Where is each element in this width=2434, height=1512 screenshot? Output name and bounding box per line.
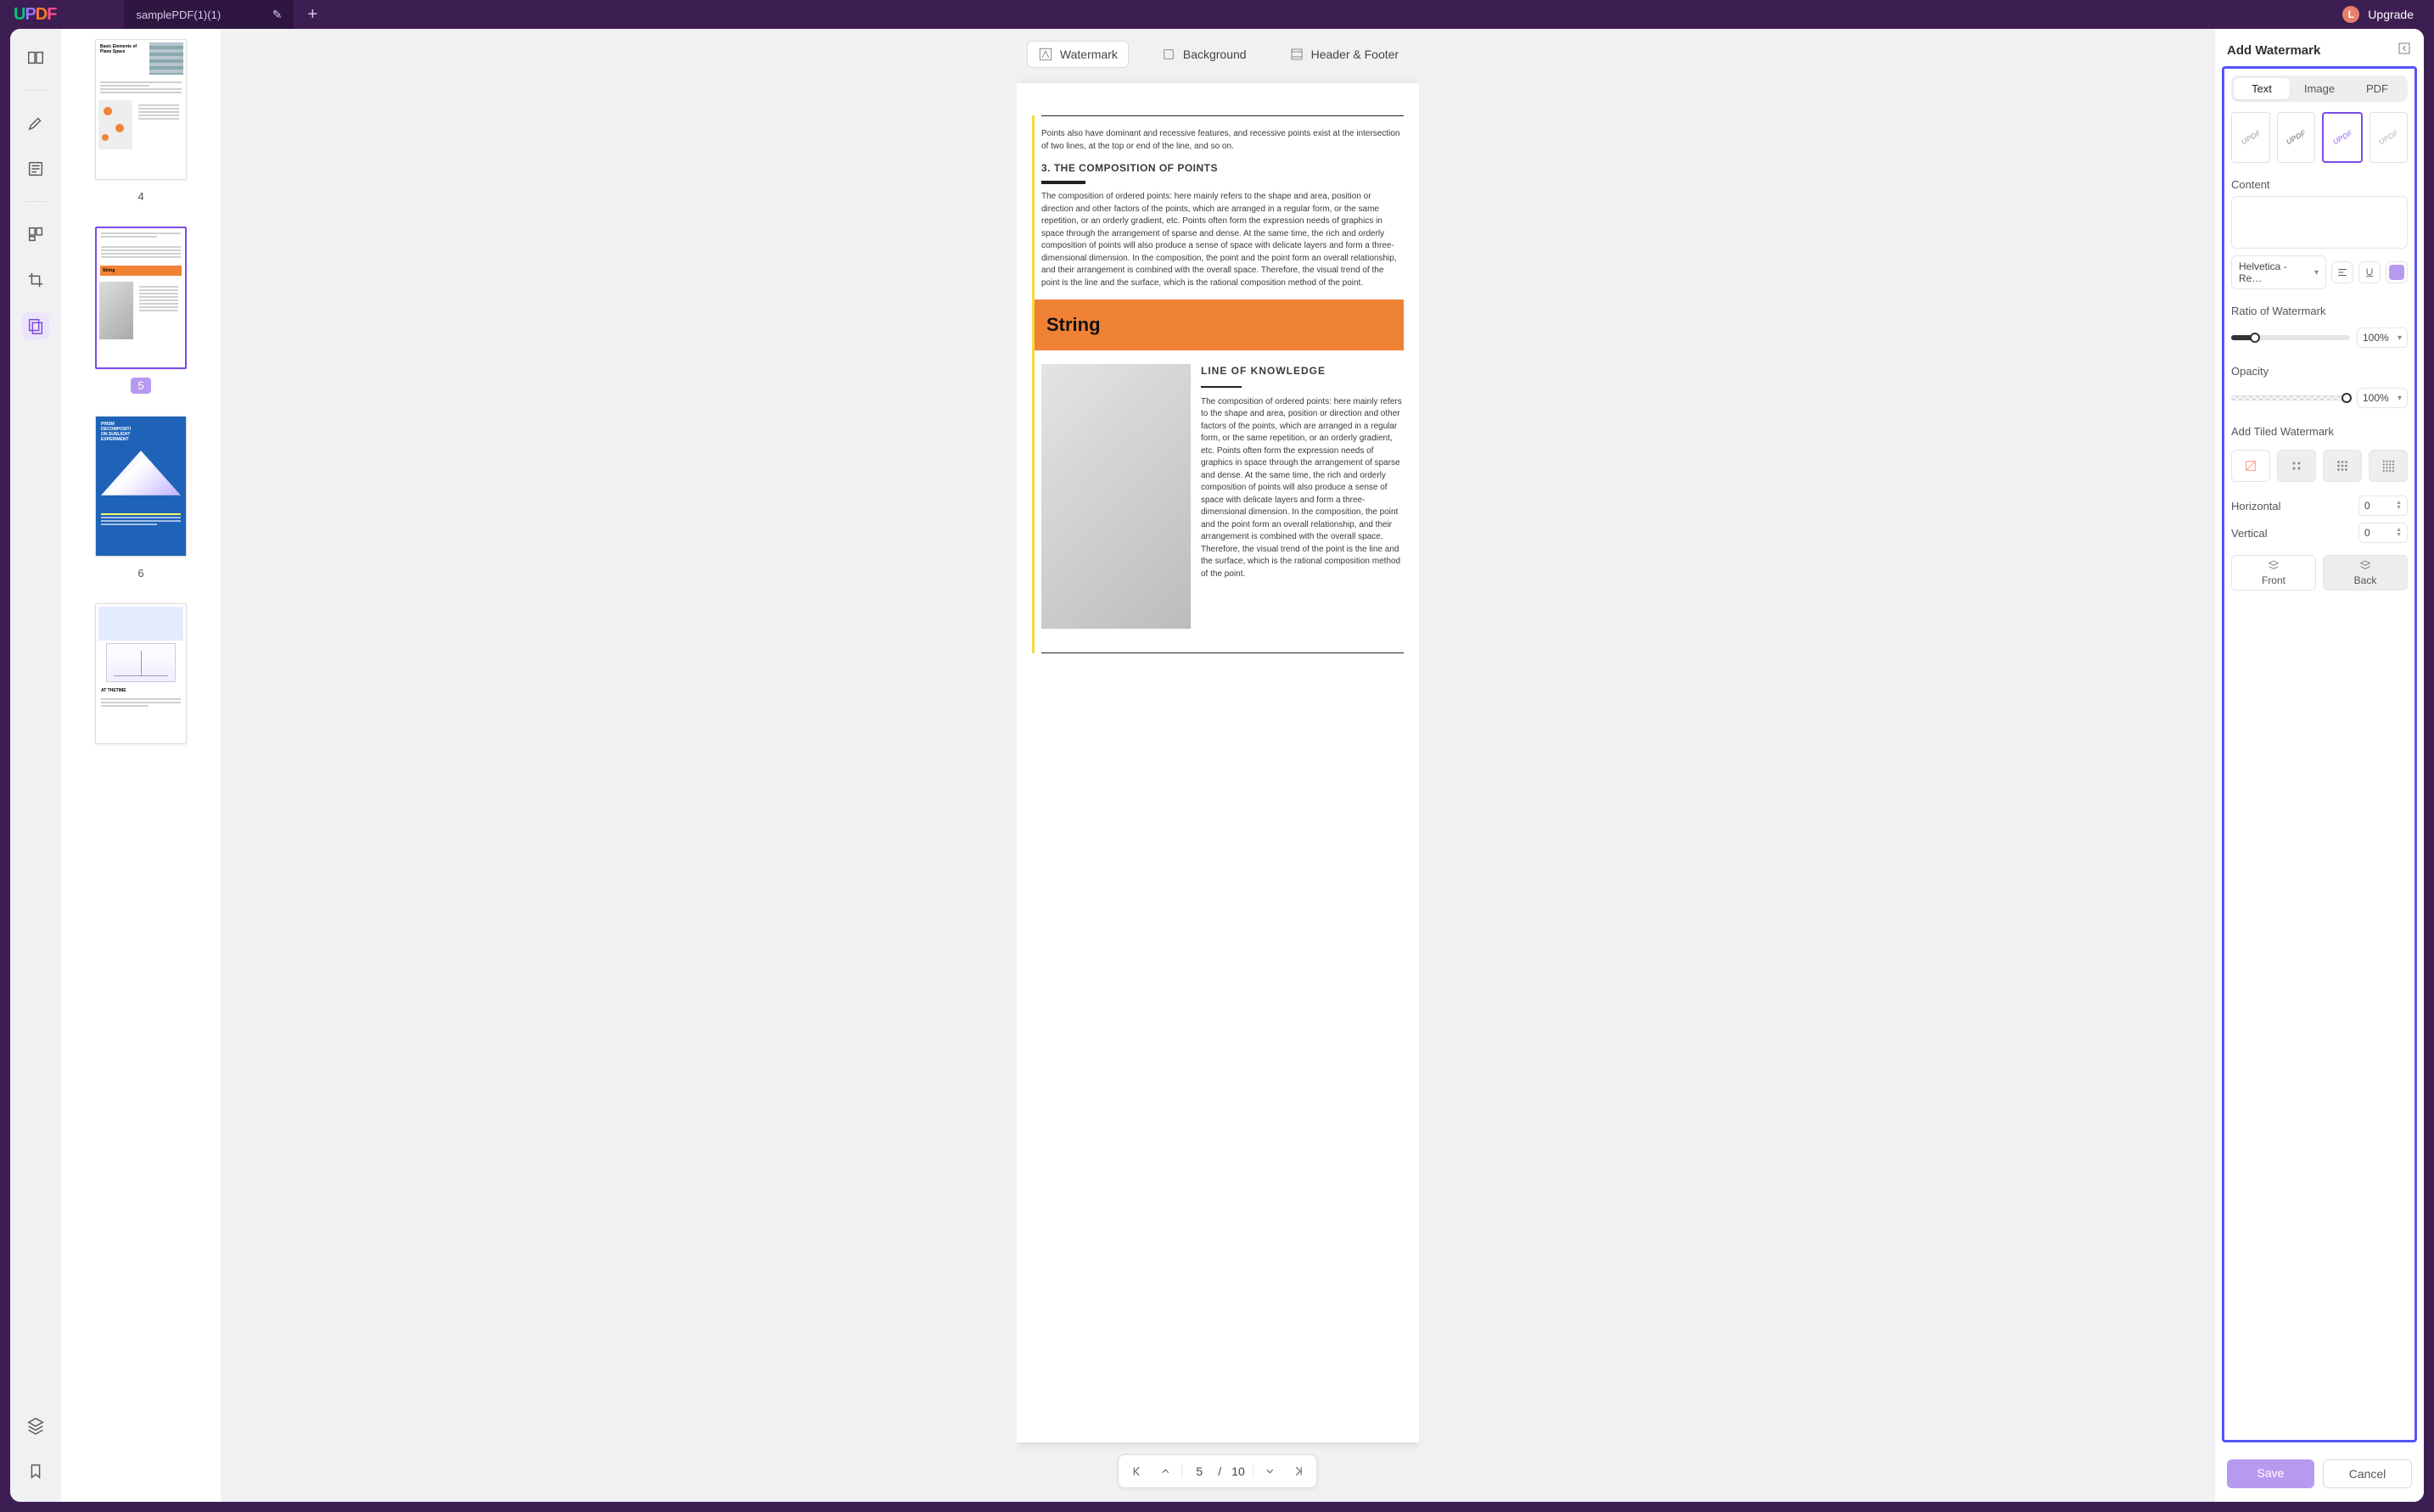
thumbnails-panel[interactable]: Basic Elements ofPlane Space 4 String 5 …	[61, 29, 221, 1502]
string-banner: String	[1035, 300, 1404, 350]
ratio-label: Ratio of Watermark	[2231, 305, 2408, 317]
watermark-type-segmented: Text Image PDF	[2231, 76, 2408, 102]
text-color-button[interactable]	[2386, 261, 2408, 283]
reader-mode-icon[interactable]	[22, 44, 49, 71]
header-footer-button[interactable]: Header & Footer	[1279, 42, 1410, 67]
section-heading: 3. THE COMPOSITION OF POINTS	[1041, 161, 1404, 176]
prev-page-button[interactable]	[1153, 1459, 1178, 1484]
tab-title: samplePDF(1)(1)	[136, 8, 221, 21]
upgrade-button[interactable]: Upgrade	[2368, 8, 2414, 21]
app-logo: UPDF	[14, 5, 56, 25]
page-navigator: / 10	[1118, 1454, 1317, 1488]
tile-3x3[interactable]	[2323, 450, 2362, 482]
watermark-preset[interactable]: UPDF	[2231, 112, 2270, 163]
thumb-number: 4	[131, 188, 150, 204]
thumb-number: 5	[131, 378, 150, 394]
content-label: Content	[2231, 178, 2408, 191]
tile-none[interactable]	[2231, 450, 2270, 482]
page-canvas: Points also have dominant and recessive …	[1017, 83, 1419, 1442]
horizontal-input[interactable]: 0▲▼	[2358, 496, 2408, 516]
pencil-icon[interactable]: ✎	[272, 8, 283, 22]
vertical-label: Vertical	[2231, 527, 2268, 540]
crop-icon[interactable]	[22, 266, 49, 294]
ratio-slider[interactable]	[2231, 335, 2350, 340]
page-tools-icon[interactable]	[22, 312, 49, 339]
new-tab-button[interactable]: +	[307, 5, 317, 25]
first-page-button[interactable]	[1124, 1459, 1149, 1484]
opacity-label: Opacity	[2231, 365, 2408, 378]
page-number-input[interactable]	[1187, 1464, 1211, 1478]
watermark-preset[interactable]: UPDF	[2277, 112, 2316, 163]
next-page-button[interactable]	[1258, 1459, 1283, 1484]
page-total: 10	[1228, 1464, 1248, 1478]
page-viewport[interactable]: Points also have dominant and recessive …	[1017, 75, 1419, 1502]
subheading: LINE OF KNOWLEDGE	[1201, 364, 1404, 378]
cancel-button[interactable]: Cancel	[2323, 1459, 2412, 1488]
avatar[interactable]: L	[2342, 6, 2359, 23]
left-rail	[10, 29, 61, 1502]
tab-pdf[interactable]: PDF	[2349, 78, 2405, 99]
image-placeholder	[1041, 364, 1191, 629]
color-swatch	[2389, 265, 2404, 280]
document-tab[interactable]: samplePDF(1)(1) ✎	[124, 0, 294, 29]
right-panel: Add Watermark Text Image PDF UPDF UPDF U…	[2215, 29, 2424, 1502]
tab-image[interactable]: Image	[2291, 78, 2347, 99]
bookmark-icon[interactable]	[22, 1458, 49, 1485]
highlighter-icon[interactable]	[22, 109, 49, 137]
tile-2x2[interactable]	[2277, 450, 2316, 482]
align-button[interactable]	[2331, 261, 2353, 283]
thumb-item[interactable]: Basic Elements ofPlane Space 4	[71, 39, 210, 204]
page-text: The composition of ordered points: here …	[1041, 191, 1404, 289]
thumb-item[interactable]: PRISMDECOMPOSITION SUNLIGHTEXPERIMENT 6	[71, 416, 210, 581]
organize-icon[interactable]	[22, 221, 49, 248]
last-page-button[interactable]	[1287, 1459, 1312, 1484]
page-text: Points also have dominant and recessive …	[1041, 128, 1404, 153]
center-area: Watermark Background Header & Footer Poi…	[221, 29, 2215, 1502]
collapse-panel-icon[interactable]	[2397, 41, 2412, 59]
watermark-content-input[interactable]	[2231, 196, 2408, 249]
edit-text-icon[interactable]	[22, 155, 49, 182]
front-button[interactable]: Front	[2231, 555, 2316, 591]
tile-label: Add Tiled Watermark	[2231, 425, 2408, 438]
thumb-number: 6	[131, 565, 150, 581]
watermark-preset[interactable]: UPDF	[2322, 112, 2363, 163]
top-toolbar: Watermark Background Header & Footer	[1027, 34, 1409, 75]
save-button[interactable]: Save	[2227, 1459, 2314, 1488]
back-button[interactable]: Back	[2323, 555, 2408, 591]
opacity-value-select[interactable]: 100%▾	[2357, 388, 2408, 408]
tile-4x4[interactable]	[2369, 450, 2408, 482]
layers-icon[interactable]	[22, 1412, 49, 1439]
underline-button[interactable]	[2358, 261, 2381, 283]
titlebar: UPDF samplePDF(1)(1) ✎ + L Upgrade	[0, 0, 2434, 29]
watermark-preset[interactable]: UPDF	[2370, 112, 2409, 163]
background-button[interactable]: Background	[1151, 42, 1257, 67]
thumb-item[interactable]: String 5	[71, 227, 210, 394]
tab-text[interactable]: Text	[2234, 78, 2290, 99]
opacity-slider[interactable]	[2231, 395, 2350, 400]
page-separator: /	[1214, 1464, 1225, 1478]
vertical-input[interactable]: 0▲▼	[2358, 523, 2408, 543]
horizontal-label: Horizontal	[2231, 500, 2281, 512]
watermark-button[interactable]: Watermark	[1027, 41, 1129, 68]
font-select[interactable]: Helvetica - Re…▾	[2231, 255, 2326, 289]
page-text: The composition of ordered points: here …	[1201, 396, 1404, 581]
ratio-value-select[interactable]: 100%▾	[2357, 328, 2408, 348]
panel-title: Add Watermark	[2227, 43, 2320, 58]
thumb-item[interactable]: AT THETIME	[71, 603, 210, 744]
